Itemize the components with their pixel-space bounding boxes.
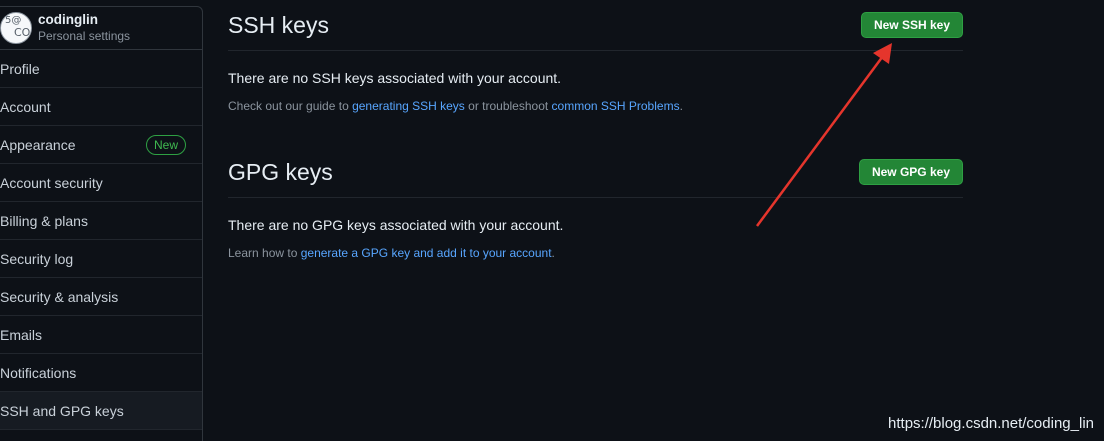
generating-ssh-keys-link[interactable]: generating SSH keys <box>352 99 465 113</box>
ssh-empty-message: There are no SSH keys associated with yo… <box>228 70 562 86</box>
settings-sidebar: 5@ CO codinglin Personal settings Profil… <box>0 6 203 441</box>
sidebar-item-label: Security log <box>0 250 74 267</box>
sidebar-item-label: SSH and GPG keys <box>0 402 124 419</box>
ssh-help-prefix: Check out our guide to <box>228 99 353 113</box>
common-ssh-problems-link[interactable]: common SSH Problems <box>552 99 680 113</box>
gpg-section-header: GPG keys New GPG key <box>228 147 963 198</box>
gpg-empty-message: There are no GPG keys associated with yo… <box>228 217 564 233</box>
ssh-section-title: SSH keys <box>228 11 329 38</box>
avatar-text-bottom: CO <box>14 26 31 39</box>
gpg-help-suffix: . <box>551 246 555 260</box>
watermark: https://blog.csdn.net/coding_lin <box>888 415 1094 432</box>
sidebar-item-appearance[interactable]: Appearance New <box>0 126 202 164</box>
sidebar-item-security-log[interactable]: Security log <box>0 240 202 278</box>
profile-subtitle: Personal settings <box>38 29 131 43</box>
sidebar-item-notifications[interactable]: Notifications <box>0 354 202 392</box>
gpg-help-text: Learn how to generate a GPG key and add … <box>228 246 963 260</box>
sidebar-item-label: Security & analysis <box>0 288 119 305</box>
main-content: SSH keys New SSH key There are no SSH ke… <box>228 0 963 260</box>
new-ssh-key-button[interactable]: New SSH key <box>860 12 963 38</box>
new-badge: New <box>145 134 186 155</box>
gpg-help-prefix: Learn how to <box>228 246 301 260</box>
avatar[interactable]: 5@ CO <box>0 12 32 44</box>
sidebar-item-emails[interactable]: Emails <box>0 316 202 354</box>
new-gpg-key-button[interactable]: New GPG key <box>858 159 963 185</box>
gpg-keys-section: GPG keys New GPG key There are no GPG ke… <box>228 147 963 260</box>
sidebar-item-billing[interactable]: Billing & plans <box>0 202 202 240</box>
sidebar-item-security-analysis[interactable]: Security & analysis <box>0 278 202 316</box>
avatar-text-top: 5@ <box>5 15 22 26</box>
settings-page: 5@ CO codinglin Personal settings Profil… <box>0 0 1104 441</box>
sidebar-item-ssh-gpg-keys[interactable]: SSH and GPG keys <box>0 392 202 430</box>
ssh-section-header: SSH keys New SSH key <box>228 0 963 51</box>
sidebar-item-label: Notifications <box>0 364 77 381</box>
ssh-help-suffix: . <box>679 99 683 113</box>
profile-header-text: codinglin Personal settings <box>38 12 130 44</box>
sidebar-item-label: Emails <box>0 326 43 343</box>
sidebar-item-account-security[interactable]: Account security <box>0 164 202 202</box>
sidebar-item-label: Billing & plans <box>0 212 88 229</box>
ssh-help-text: Check out our guide to generating SSH ke… <box>228 99 963 113</box>
ssh-keys-section: SSH keys New SSH key There are no SSH ke… <box>228 0 963 113</box>
sidebar-item-label: Account <box>0 98 51 115</box>
sidebar-item-label: Account security <box>0 174 103 191</box>
sidebar-item-profile[interactable]: Profile <box>0 50 202 88</box>
username[interactable]: codinglin <box>38 12 130 28</box>
sidebar-item-label: Profile <box>0 60 40 77</box>
sidebar-item-label: Appearance <box>0 136 76 153</box>
ssh-help-middle: or troubleshoot <box>464 99 552 113</box>
generate-gpg-key-link[interactable]: generate a GPG key and add it to your ac… <box>301 246 552 260</box>
sidebar-profile-header[interactable]: 5@ CO codinglin Personal settings <box>0 7 202 50</box>
gpg-section-title: GPG keys <box>228 158 333 185</box>
sidebar-item-account[interactable]: Account <box>0 88 202 126</box>
